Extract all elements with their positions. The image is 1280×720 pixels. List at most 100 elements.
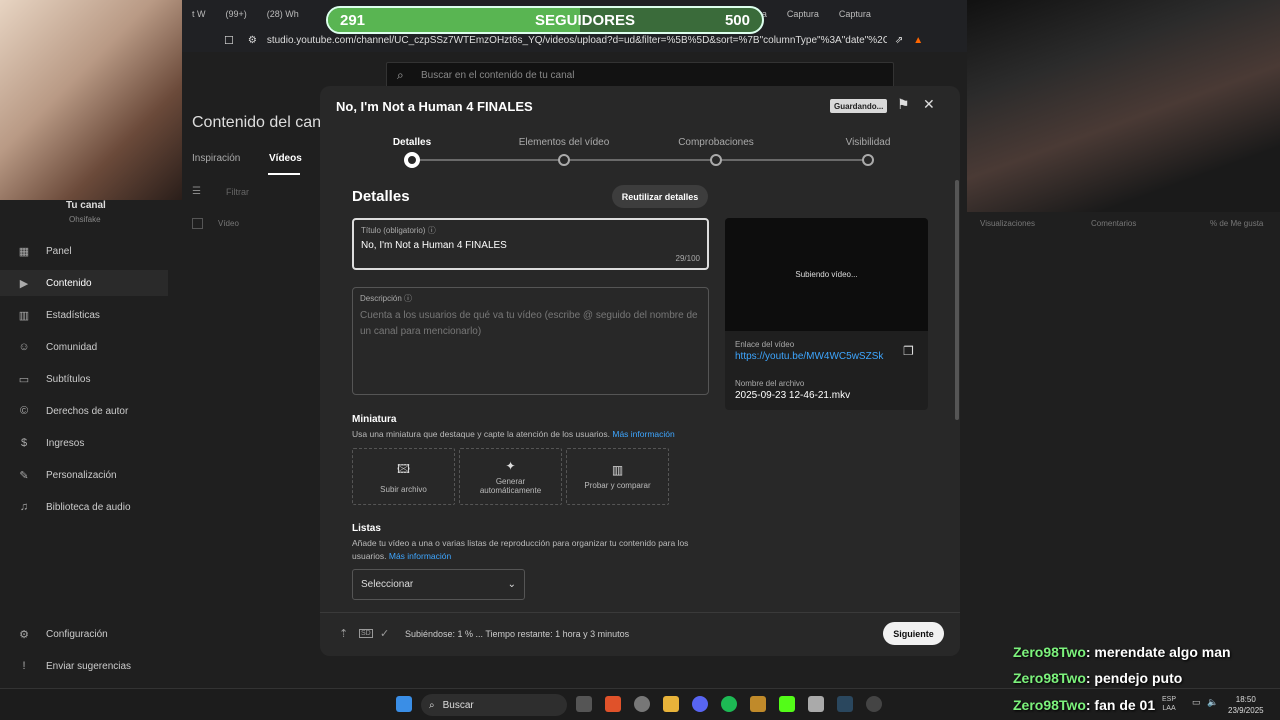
sidebar-item-panel[interactable]: ▦ Panel xyxy=(18,245,72,258)
windows-start-icon[interactable] xyxy=(396,696,412,712)
sidebar-item-label: Enviar sugerencias xyxy=(46,660,132,672)
site-info-icon[interactable]: ⚙ xyxy=(248,35,257,46)
playlist-select[interactable]: Seleccionar ⌄ xyxy=(352,569,525,600)
studio-search-input[interactable]: ⌕ Buscar en el contenido de tu canal xyxy=(386,62,894,88)
close-icon[interactable]: ✕ xyxy=(923,96,935,113)
step-dot[interactable] xyxy=(558,154,570,166)
brave-icon[interactable] xyxy=(605,696,621,712)
spotify-icon[interactable] xyxy=(721,696,737,712)
dialog-scrollbar[interactable] xyxy=(955,180,959,420)
search-icon: ⌕ xyxy=(429,699,435,711)
sidebar-item-label: Panel xyxy=(46,246,72,257)
network-icon[interactable]: ▭ xyxy=(1192,697,1201,708)
sidebar-item-content[interactable]: ▶ Contenido xyxy=(18,277,92,290)
step-visibility[interactable]: Visibilidad xyxy=(808,137,928,148)
test-compare-button[interactable]: ▥ Probar y comparar xyxy=(566,448,669,505)
search-icon: ⌕ xyxy=(397,68,404,82)
auto-generate-button[interactable]: ✦ Generar automáticamente xyxy=(459,448,562,505)
upload-dialog: No, I'm Not a Human 4 FINALES Guardando.… xyxy=(320,86,960,656)
steam-icon[interactable] xyxy=(837,696,853,712)
brave-shield-icon[interactable]: ▲ xyxy=(913,35,923,46)
report-icon[interactable]: ⚑ xyxy=(897,96,910,113)
sidebar-item-label: Personalización xyxy=(46,470,117,481)
tab-inspiration[interactable]: Inspiración xyxy=(192,153,240,164)
col-views: Visualizaciones xyxy=(980,219,1035,228)
description-placeholder: Cuenta a los usuarios de qué va tu vídeo… xyxy=(360,310,698,337)
share-icon[interactable]: ⇗ xyxy=(895,35,903,46)
bookmark-icon[interactable]: ☐ xyxy=(224,34,234,47)
browser-tab[interactable]: Captura xyxy=(777,0,829,28)
store-icon[interactable] xyxy=(808,696,824,712)
clock[interactable]: 18:50 23/9/2025 xyxy=(1228,694,1264,716)
sidebar-item-settings[interactable]: ⚙ Configuración xyxy=(18,628,108,641)
title-field[interactable]: Título (obligatorio) ⓘ No, I'm Not a Hum… xyxy=(352,218,709,270)
media-player-icon[interactable] xyxy=(866,696,882,712)
obs-icon[interactable] xyxy=(634,696,650,712)
app-icon[interactable] xyxy=(750,696,766,712)
more-info-link[interactable]: Más información xyxy=(389,551,451,561)
video-link[interactable]: https://youtu.be/MW4WC5wSZSk xyxy=(735,351,883,362)
reuse-details-button[interactable]: Reutilizar detalles xyxy=(612,185,708,208)
webcam-right xyxy=(967,0,1280,212)
filter-label[interactable]: Filtrar xyxy=(226,187,249,197)
discord-icon[interactable] xyxy=(692,696,708,712)
taskbar-search[interactable]: ⌕ Buscar xyxy=(421,694,567,716)
browser-tab[interactable]: Captura xyxy=(829,0,881,28)
folder-icon[interactable] xyxy=(663,696,679,712)
language-indicator[interactable]: ESP LAA xyxy=(1162,695,1176,713)
sidebar-item-customization[interactable]: ✎ Personalización xyxy=(18,469,117,482)
sd-icon: SD xyxy=(359,629,373,638)
sidebar-item-community[interactable]: ☺ Comunidad xyxy=(18,341,97,353)
studio-sidebar: Tu canal Ohsifake ▦ Panel ▶ Contenido ▥ Est… xyxy=(0,200,168,688)
analytics-icon: ▥ xyxy=(18,310,30,322)
sidebar-item-label: Configuración xyxy=(46,629,108,640)
gear-icon: ⚙ xyxy=(19,629,29,641)
description-field[interactable]: Descripción ⓘ Cuenta a los usuarios de q… xyxy=(352,287,709,395)
browser-tab[interactable]: (99+) xyxy=(216,0,257,28)
step-dot-active[interactable] xyxy=(404,152,420,168)
dialog-title: No, I'm Not a Human 4 FINALES xyxy=(336,99,533,114)
browser-tab[interactable]: t W xyxy=(182,0,216,28)
file-name-label: Nombre del archivo xyxy=(735,379,805,388)
step-checks[interactable]: Comprobaciones xyxy=(656,137,776,148)
upload-file-button[interactable]: 🖾 Subir archivo xyxy=(352,448,455,505)
sparkle-icon: ✦ xyxy=(505,458,516,473)
chart-icon: ▥ xyxy=(611,463,624,477)
url-text[interactable]: studio.youtube.com/channel/UC_czpSSz7WTE… xyxy=(267,35,887,46)
copy-icon[interactable]: ❐ xyxy=(903,344,914,358)
tab-videos[interactable]: Vídeos xyxy=(269,153,302,164)
upload-status: Subiéndose: 1 % ... Tiempo restante: 1 h… xyxy=(405,629,630,639)
volume-icon[interactable]: 🔈 xyxy=(1207,697,1218,708)
sidebar-item-earn[interactable]: $ Ingresos xyxy=(18,437,84,449)
task-view-icon[interactable] xyxy=(576,696,592,712)
kick-icon[interactable] xyxy=(779,696,795,712)
sidebar-item-analytics[interactable]: ▥ Estadísticas xyxy=(18,309,100,322)
search-placeholder: Buscar en el contenido de tu canal xyxy=(421,69,575,81)
check-circle-icon: ✓ xyxy=(380,628,390,640)
followers-label: SEGUIDORES xyxy=(534,11,636,29)
step-dot[interactable] xyxy=(710,154,722,166)
more-info-link[interactable]: Más información xyxy=(612,429,674,439)
thumbnail-description: Usa una miniatura que destaque y capte l… xyxy=(352,429,675,439)
content-icon: ▶ xyxy=(19,278,29,290)
select-all-checkbox[interactable] xyxy=(192,218,203,229)
title-char-count: 29/100 xyxy=(675,254,700,263)
filter-icon[interactable]: ☰ xyxy=(192,186,201,197)
browser-tab[interactable]: (28) Wh xyxy=(257,0,309,28)
sidebar-item-subtitles[interactable]: ▭ Subtítulos xyxy=(18,373,91,386)
channel-name: Ohsifake xyxy=(69,215,101,224)
sidebar-item-label: Contenido xyxy=(46,278,92,289)
step-details[interactable]: Detalles xyxy=(352,137,472,148)
next-button[interactable]: Siguiente xyxy=(883,622,944,645)
webcam-left xyxy=(0,0,182,200)
channel-label[interactable]: Tu canal xyxy=(66,200,106,211)
title-input[interactable]: No, I'm Not a Human 4 FINALES xyxy=(361,240,507,251)
step-dot[interactable] xyxy=(862,154,874,166)
details-heading: Detalles xyxy=(352,188,410,205)
sidebar-item-audio-library[interactable]: ♫ Biblioteca de audio xyxy=(18,501,131,513)
step-video-elements[interactable]: Elementos del vídeo xyxy=(504,137,624,148)
followers-current: 291 xyxy=(340,11,366,29)
sidebar-item-copyright[interactable]: © Derechos de autor xyxy=(18,405,128,417)
sidebar-item-feedback[interactable]: ! Enviar sugerencias xyxy=(18,660,131,672)
lists-heading: Listas xyxy=(352,523,381,534)
